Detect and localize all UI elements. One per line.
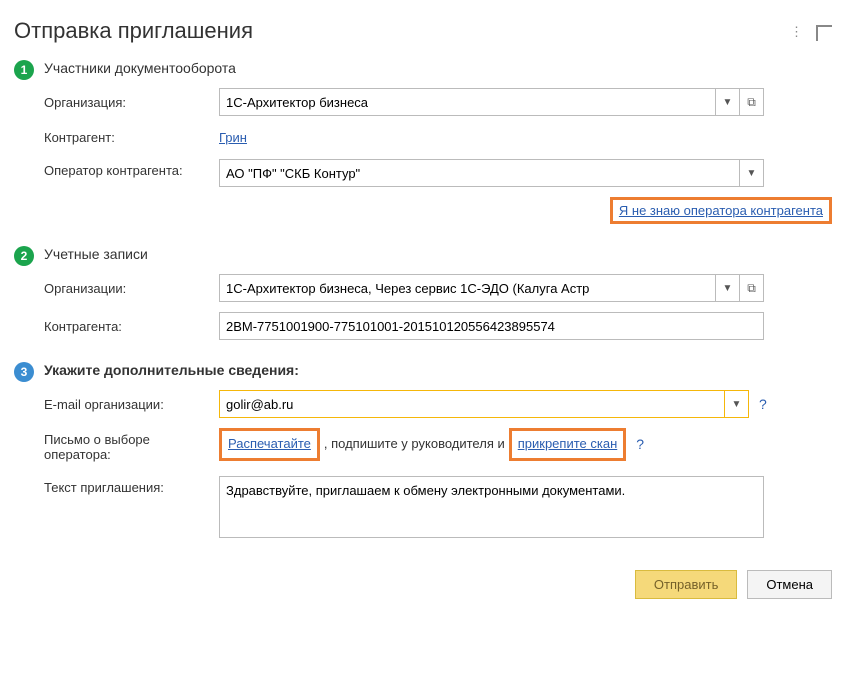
counterparty-label: Контрагент:	[44, 126, 219, 149]
organization-dropdown-icon[interactable]: ▼	[716, 88, 740, 116]
step-2-badge: 2	[14, 246, 34, 266]
step-2-title: Учетные записи	[44, 246, 832, 262]
operator-letter-label: Письмо о выборе оператора:	[44, 428, 219, 466]
organization-open-icon[interactable]: ⧉	[740, 88, 764, 116]
email-label: E-mail организации:	[44, 393, 219, 416]
account-org-dropdown-icon[interactable]: ▼	[716, 274, 740, 302]
print-link[interactable]: Распечатайте	[228, 436, 311, 451]
counterparty-operator-select[interactable]	[219, 159, 740, 187]
page-title: Отправка приглашения	[14, 18, 253, 44]
step-3-title: Укажите дополнительные сведения:	[44, 362, 832, 378]
highlight-unknown-operator: Я не знаю оператора контрагента	[610, 197, 832, 224]
account-counterparty-label: Контрагента:	[44, 315, 219, 338]
account-org-open-icon[interactable]: ⧉	[740, 274, 764, 302]
invitation-text-input[interactable]	[219, 476, 764, 538]
email-help-icon[interactable]: ?	[759, 396, 767, 412]
account-counterparty-input[interactable]	[219, 312, 764, 340]
step-3-badge: 3	[14, 362, 34, 382]
highlight-attach: прикрепите скан	[509, 428, 627, 461]
account-org-select[interactable]	[219, 274, 716, 302]
invitation-text-label: Текст приглашения:	[44, 476, 219, 499]
letter-help-icon[interactable]: ?	[636, 433, 644, 455]
organization-select[interactable]	[219, 88, 716, 116]
step-1-badge: 1	[14, 60, 34, 80]
step-1-title: Участники документооборота	[44, 60, 832, 76]
highlight-print: Распечатайте	[219, 428, 320, 461]
organization-label: Организация:	[44, 91, 219, 114]
counterparty-operator-label: Оператор контрагента:	[44, 159, 219, 182]
cancel-button[interactable]: Отмена	[747, 570, 832, 599]
email-input[interactable]	[219, 390, 725, 418]
email-dropdown-icon[interactable]: ▼	[725, 390, 749, 418]
account-org-label: Организации:	[44, 277, 219, 300]
counterparty-link[interactable]: Грин	[219, 130, 247, 145]
attach-scan-link[interactable]: прикрепите скан	[518, 436, 618, 451]
window-icon[interactable]	[816, 25, 832, 41]
counterparty-operator-dropdown-icon[interactable]: ▼	[740, 159, 764, 187]
letter-mid-text: , подпишите у руководителя и	[324, 434, 505, 455]
submit-button[interactable]: Отправить	[635, 570, 737, 599]
unknown-operator-link[interactable]: Я не знаю оператора контрагента	[619, 203, 823, 218]
kebab-menu-icon[interactable]: ⋮	[790, 25, 802, 38]
